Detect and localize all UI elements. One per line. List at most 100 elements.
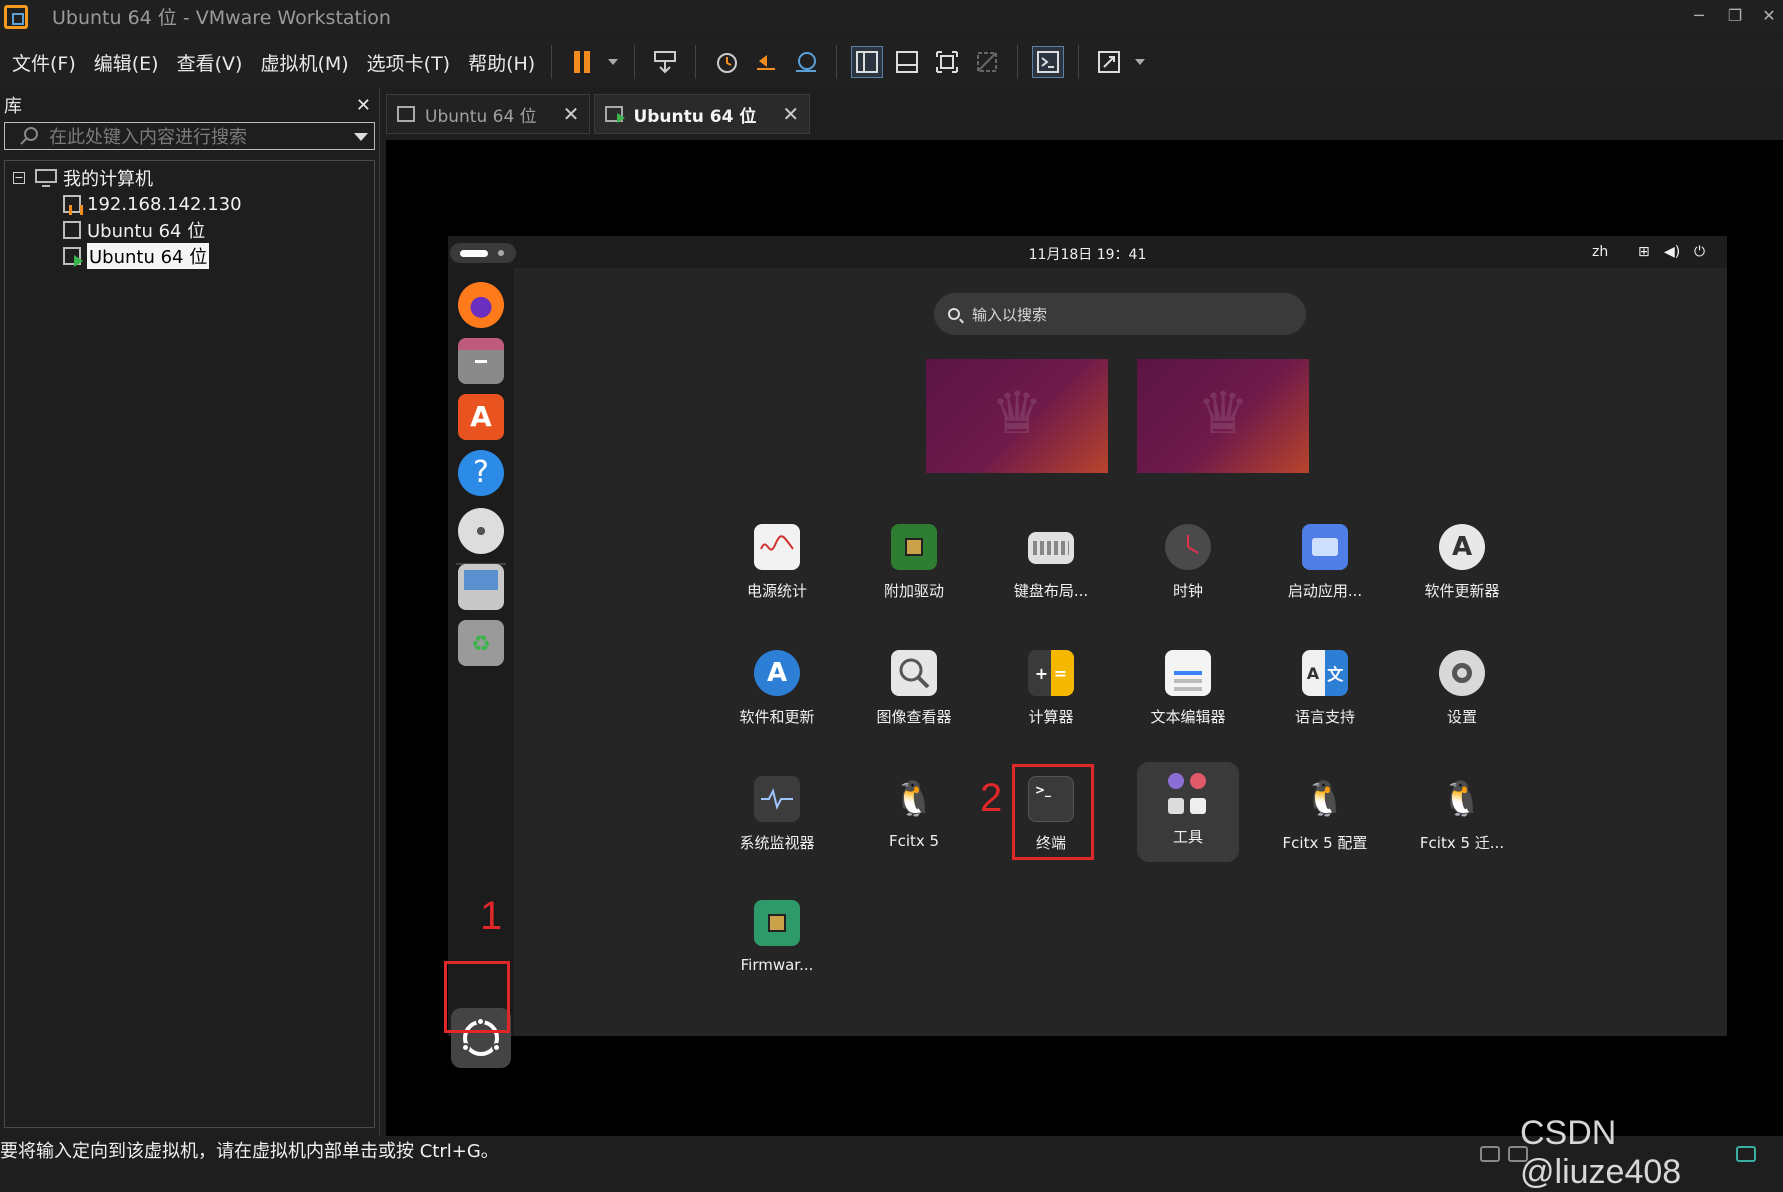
app-calculator[interactable]: + = 计算器 — [996, 642, 1106, 742]
power-icon[interactable]: ⏻ — [1694, 244, 1705, 260]
app-search-input[interactable]: 输入以搜索 — [934, 293, 1306, 335]
app-center-icon[interactable]: A — [458, 394, 504, 440]
menu-help[interactable]: 帮助(H) — [468, 49, 535, 76]
snapshot-icon[interactable] — [710, 46, 742, 78]
unity-mode-icon[interactable] — [971, 46, 1003, 78]
thumbnail-bar-icon[interactable] — [891, 46, 923, 78]
help-icon[interactable]: ? — [458, 450, 504, 496]
system-monitor-icon — [754, 776, 800, 822]
tree-item[interactable]: Ubuntu 64 位 — [5, 217, 374, 243]
menu-edit[interactable]: 编辑(E) — [94, 49, 159, 76]
tree-item-selected[interactable]: Ubuntu 64 位 — [5, 243, 374, 269]
app-system-monitor[interactable]: 系统监视器 — [722, 768, 832, 868]
menu-file[interactable]: 文件(F) — [12, 49, 76, 76]
app-label: Firmwar... — [740, 956, 814, 974]
menu-view[interactable]: 查看(V) — [177, 49, 243, 76]
tree-item-label: Ubuntu 64 位 — [87, 221, 206, 242]
chevron-down-icon[interactable] — [354, 133, 368, 141]
tab-vm-2[interactable]: Ubuntu 64 位 ✕ — [594, 94, 811, 134]
app-label: 设置 — [1446, 708, 1477, 726]
power-statistics-icon — [754, 524, 800, 570]
pause-icon[interactable] — [566, 46, 598, 78]
clock[interactable]: 11月18日 19：41 — [448, 244, 1727, 264]
trash-icon[interactable]: ♻ — [458, 620, 504, 666]
app-settings[interactable]: 设置 — [1407, 642, 1517, 742]
text-editor-icon — [1165, 650, 1211, 696]
app-power-statistics[interactable]: 电源统计 — [722, 516, 832, 616]
send-ctrl-alt-del-icon[interactable] — [649, 46, 681, 78]
app-label: 文本编辑器 — [1150, 708, 1226, 726]
vm-icon — [397, 106, 415, 122]
close-icon[interactable]: ✕ — [356, 95, 371, 116]
close-window-button[interactable]: ✕ — [1756, 4, 1782, 28]
volume-icon[interactable]: ◀) — [1664, 244, 1680, 260]
floppy-icon[interactable] — [458, 564, 504, 610]
annotation-box-1 — [444, 961, 510, 1033]
workspace-thumbnail-1[interactable] — [926, 359, 1108, 473]
disc-icon[interactable] — [458, 508, 504, 554]
app-startup-applications[interactable]: 启动应用... — [1270, 516, 1380, 616]
fullscreen-icon[interactable] — [931, 46, 963, 78]
toolbar-separator — [634, 45, 636, 79]
revert-snapshot-icon[interactable] — [750, 46, 782, 78]
annotation-box-2 — [1012, 764, 1094, 860]
close-icon[interactable]: ✕ — [563, 102, 580, 126]
app-label: 附加驱动 — [883, 582, 944, 600]
tree-item[interactable]: 192.168.142.130 — [5, 191, 374, 217]
app-fcitx5-config[interactable]: 🐧 Fcitx 5 配置 — [1270, 768, 1380, 868]
device-icon[interactable] — [1480, 1146, 1500, 1162]
watermark: CSDN @liuze408 — [1520, 1114, 1682, 1191]
collapse-icon[interactable]: − — [13, 172, 25, 184]
app-software-updater[interactable]: A 软件更新器 — [1407, 516, 1517, 616]
app-firmware-updater[interactable]: Firmwar... — [722, 892, 832, 992]
snapshot-manager-icon[interactable] — [790, 46, 822, 78]
close-icon[interactable]: ✕ — [782, 102, 799, 126]
tab-label: Ubuntu 64 位 — [425, 106, 537, 127]
app-label: 软件更新器 — [1424, 582, 1500, 600]
app-label: 图像查看器 — [876, 708, 952, 726]
show-library-icon[interactable] — [851, 46, 884, 78]
app-language-support[interactable]: A文 语言支持 — [1270, 642, 1380, 742]
files-icon[interactable] — [458, 338, 504, 384]
console-view-icon[interactable] — [1032, 46, 1065, 78]
network-icon[interactable]: ⊞ — [1638, 244, 1650, 260]
annotation-number-1: 1 — [480, 894, 503, 938]
chevron-down-icon[interactable] — [1135, 59, 1146, 65]
app-keyboard-layout[interactable]: 键盘布局... — [996, 516, 1106, 616]
vm-icon — [63, 221, 81, 239]
computer-icon — [35, 169, 57, 187]
library-search-input[interactable]: 在此处键入内容进行搜索 — [4, 122, 375, 150]
workspace-thumbnail-2[interactable] — [1137, 359, 1309, 473]
penguin-icon: 🐧 — [892, 779, 936, 819]
tree-root[interactable]: − 我的计算机 — [5, 165, 374, 191]
status-text: 要将输入定向到该虚拟机，请在虚拟机内部单击或按 Ctrl+G。 — [0, 1141, 499, 1162]
vm-running-icon — [605, 106, 626, 123]
menu-tabs[interactable]: 选项卡(T) — [367, 49, 450, 76]
app-label: 电源统计 — [746, 582, 807, 600]
app-label: Fcitx 5 — [888, 832, 940, 850]
firefox-icon[interactable] — [458, 282, 504, 328]
app-text-editor[interactable]: 文本编辑器 — [1133, 642, 1243, 742]
input-method-indicator[interactable]: zh — [1592, 244, 1608, 260]
app-image-viewer[interactable]: 图像查看器 — [859, 642, 969, 742]
image-viewer-icon — [891, 650, 937, 696]
penguin-icon: 🐧 — [1440, 779, 1484, 819]
app-additional-drivers[interactable]: 附加驱动 — [859, 516, 969, 616]
stretch-view-icon[interactable] — [1093, 46, 1125, 78]
app-search-placeholder: 输入以搜索 — [972, 305, 1048, 324]
chevron-down-icon[interactable] — [608, 59, 619, 65]
menu-vm[interactable]: 虚拟机(M) — [260, 49, 348, 76]
app-clock[interactable]: 时钟 — [1133, 516, 1243, 616]
toolbar-separator — [551, 45, 553, 79]
minimize-button[interactable]: ─ — [1686, 4, 1712, 28]
app-fcitx5[interactable]: 🐧 Fcitx 5 — [859, 768, 969, 868]
restore-button[interactable]: ❐ — [1722, 4, 1748, 28]
chip-icon — [754, 900, 800, 946]
app-fcitx5-migrator[interactable]: 🐧 Fcitx 5 迁... — [1407, 768, 1517, 868]
app-folder-tools[interactable]: 工具 — [1137, 762, 1239, 862]
app-software-properties[interactable]: A 软件和更新 — [722, 642, 832, 742]
guest-screen[interactable]: 11月18日 19：41 zh ⊞ ◀) ⏻ A ? ♻ 输入以搜索 ♛ ♛ 电… — [444, 236, 1727, 1068]
startup-apps-icon — [1302, 524, 1348, 570]
app-label: 工具 — [1172, 828, 1203, 846]
tab-vm-1[interactable]: Ubuntu 64 位 ✕ — [386, 94, 591, 134]
